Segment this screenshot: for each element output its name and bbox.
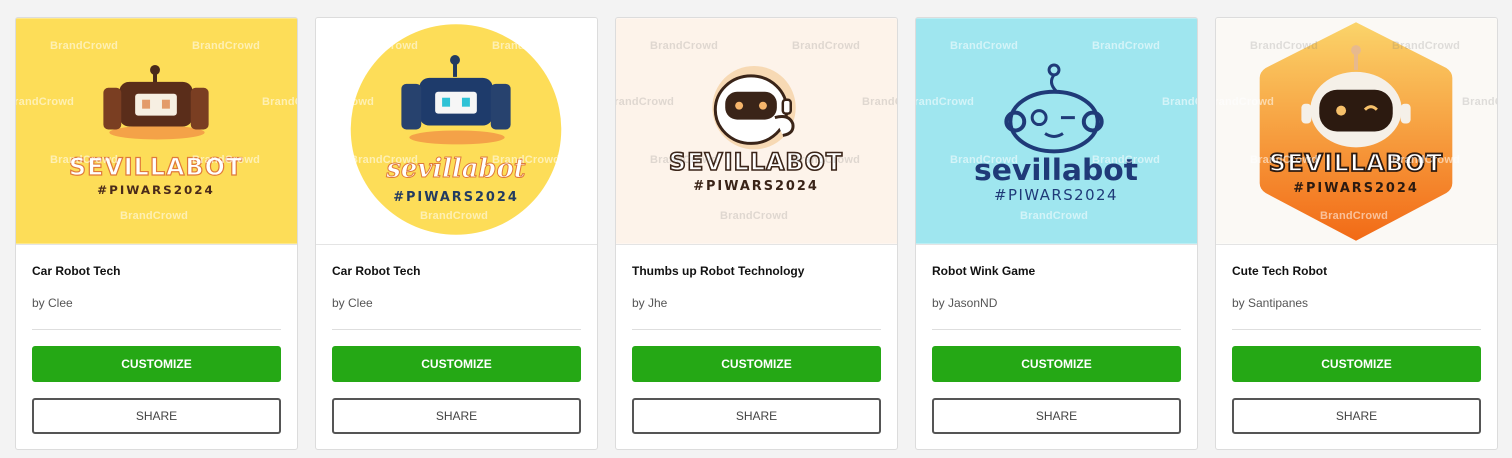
logo-preview[interactable]: sevillabot #PIWARS2024 BrandCrowd BrandC… [916,18,1197,245]
logo-preview[interactable]: SEVILLABOT #PIWARS2024 BrandCrowd BrandC… [16,18,297,245]
customize-button[interactable]: CUSTOMIZE [932,346,1181,382]
customize-button[interactable]: CUSTOMIZE [332,346,581,382]
logo-card[interactable]: sevillabot #PIWARS2024 BrandCrowd BrandC… [915,17,1198,450]
logo-card[interactable]: SEVILLABOT #PIWARS2024 BrandCrowd BrandC… [615,17,898,450]
svg-text:SEVILLABOT: SEVILLABOT [669,148,843,176]
divider [32,329,281,330]
logo-title[interactable]: Car Robot Tech [332,264,420,278]
share-button[interactable]: SHARE [932,398,1181,434]
divider [1232,329,1481,330]
customize-button[interactable]: CUSTOMIZE [1232,346,1481,382]
logo-author[interactable]: by Santipanes [1232,296,1308,310]
logo-results-grid: SEVILLABOT #PIWARS2024 BrandCrowd BrandC… [15,17,1498,450]
svg-text:#PIWARS2024: #PIWARS2024 [693,179,819,194]
winking-robot-icon: sevillabot #PIWARS2024 [916,18,1197,244]
logo-preview[interactable]: sevillabot #PIWARS2024 BrandCrowd BrandC… [316,18,597,245]
share-button[interactable]: SHARE [632,398,881,434]
svg-text:#PIWARS2024: #PIWARS2024 [393,190,519,205]
logo-title[interactable]: Thumbs up Robot Technology [632,264,804,278]
logo-preview[interactable]: SEVILLABOT #PIWARS2024 BrandCrowd BrandC… [616,18,897,245]
divider [332,329,581,330]
svg-text:SEVILLABOT: SEVILLABOT [69,153,243,181]
logo-card[interactable]: SEVILLABOT #PIWARS2024 BrandCrowd BrandC… [15,17,298,450]
divider [932,329,1181,330]
customize-button[interactable]: CUSTOMIZE [32,346,281,382]
svg-text:sevillabot: sevillabot [385,154,525,184]
share-button[interactable]: SHARE [1232,398,1481,434]
logo-author[interactable]: by JasonND [932,296,997,310]
svg-text:sevillabot: sevillabot [974,153,1138,188]
logo-title[interactable]: Cute Tech Robot [1232,264,1327,278]
svg-text:#PIWARS2024: #PIWARS2024 [1293,181,1419,196]
svg-text:#PIWARS2024: #PIWARS2024 [97,183,215,197]
logo-preview[interactable]: SEVILLABOT #PIWARS2024 BrandCrowd BrandC… [1216,18,1497,245]
share-button[interactable]: SHARE [32,398,281,434]
logo-author[interactable]: by Jhe [632,296,667,310]
logo-author[interactable]: by Clee [32,296,73,310]
logo-title[interactable]: Car Robot Tech [32,264,120,278]
share-button[interactable]: SHARE [332,398,581,434]
logo-card[interactable]: sevillabot #PIWARS2024 BrandCrowd BrandC… [315,17,598,450]
thumbs-up-robot-icon: SEVILLABOT #PIWARS2024 [616,18,897,244]
svg-text:#PIWARS2024: #PIWARS2024 [994,186,1118,204]
logo-title[interactable]: Robot Wink Game [932,264,1035,278]
logo-author[interactable]: by Clee [332,296,373,310]
car-robot-icon: SEVILLABOT #PIWARS2024 [16,18,297,244]
logo-card[interactable]: SEVILLABOT #PIWARS2024 BrandCrowd BrandC… [1215,17,1498,450]
customize-button[interactable]: CUSTOMIZE [632,346,881,382]
car-robot-icon: sevillabot #PIWARS2024 [316,18,597,244]
svg-text:SEVILLABOT: SEVILLABOT [1269,149,1443,177]
divider [632,329,881,330]
cute-robot-icon: SEVILLABOT #PIWARS2024 [1216,18,1497,244]
